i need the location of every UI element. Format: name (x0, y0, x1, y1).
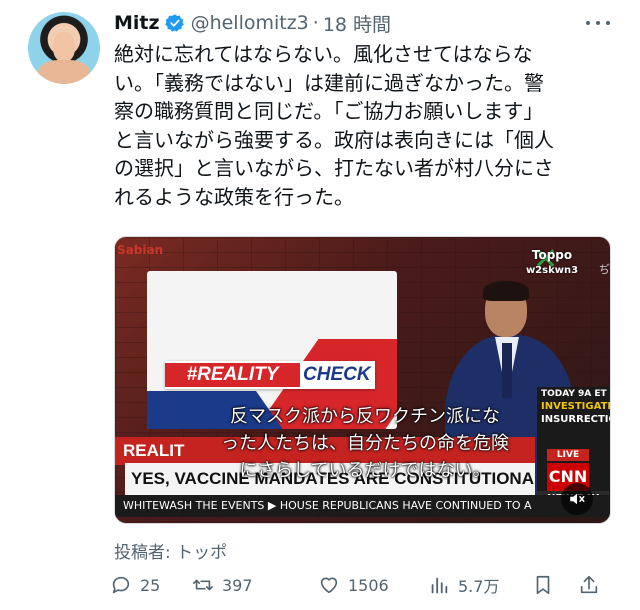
share-icon (580, 575, 598, 594)
like-icon (320, 577, 338, 594)
more-dot (606, 21, 610, 25)
subtitle-line: った人たちは、自分たちの命を危険 (221, 433, 509, 454)
avatar[interactable] (28, 12, 100, 84)
watermark-handle: w2skwn3 (525, 265, 579, 276)
tweet-text: 絶対に忘れてはならない。風化させてはならな い。「義務ではない」は建前に過ぎなか… (114, 40, 614, 211)
poster-credit: 投稿者: トッポ (114, 543, 228, 563)
board-tag: #REALITY (165, 363, 300, 387)
more-icon[interactable] (586, 13, 610, 33)
mute-icon (570, 493, 585, 505)
user-handle[interactable]: @hellomitz3 (191, 12, 309, 34)
tweet-line: と言いながら強要する。政府は表向きには「個人 (114, 127, 554, 152)
tweet-line: 察の職務質問と同じだ。「ご協力お願いします」 (114, 99, 544, 123)
tweet-line: い。「義務ではない」は建前に過ぎなかった。警 (114, 70, 544, 95)
tweet-line: 絶対に忘れてはならない。風化させてはならな (114, 42, 533, 66)
retweet-icon (193, 579, 213, 591)
timestamp[interactable]: 18 時間 (323, 10, 391, 37)
verified-badge-icon (164, 14, 184, 32)
tweet-line: れるような政策を行った。 (114, 184, 354, 209)
avatar-body (38, 60, 90, 84)
tweet-header: Mitz @hellomitz3 · 18 時間 (114, 8, 391, 38)
action-bar: 25 397 1506 5.7万 (110, 570, 610, 600)
separator-dot: · (312, 12, 319, 34)
bookmark-icon (536, 575, 550, 595)
anchor-tie (502, 343, 512, 398)
subtitle-line: 反マスク派から反ワクチン派にな (230, 406, 500, 427)
video-subtitle: 反マスク派から反ワクチン派にな った人たちは、自分たちの命を危険 にさらしている… (175, 403, 555, 484)
watermark-title: Toppo (531, 248, 573, 262)
news-ticker: WHITEWASH THE EVENTS ▶ HOUSE REPUBLICANS… (115, 495, 610, 517)
watermark: ✕ Toppo w2skwn3 (519, 239, 585, 283)
corner-mark: ぢ (599, 263, 610, 276)
bookmark-button[interactable] (532, 570, 562, 600)
mute-button[interactable] (561, 483, 593, 515)
board-tag-check: CHECK (303, 364, 371, 385)
reply-button[interactable]: 25 (110, 570, 160, 600)
avatar-face (53, 32, 75, 62)
reply-count: 25 (140, 575, 161, 595)
more-dot (596, 21, 600, 25)
views-button[interactable]: 5.7万 (428, 570, 499, 600)
display-name[interactable]: Mitz (114, 12, 160, 34)
views-icon (431, 577, 448, 594)
reply-icon (112, 576, 130, 594)
like-button[interactable]: 1506 (318, 570, 389, 600)
views-count: 5.7万 (458, 577, 500, 596)
retweet-count: 397 (222, 575, 253, 595)
share-button[interactable] (578, 570, 608, 600)
channel-logo: Sabian (117, 243, 164, 257)
retweet-button[interactable]: 397 (192, 570, 253, 600)
side-time: TODAY 9A ET (541, 389, 607, 399)
anchor-hair (483, 281, 529, 301)
more-dot (586, 21, 590, 25)
video-player[interactable]: Sabian #REALITY CHECK ✕ Toppo w2skwn3 ぢ … (114, 236, 611, 524)
subtitle-line: にさらしているだけではない。 (239, 460, 491, 481)
tweet-line: の選択」と言いながら、打たない者が村八分にさ (114, 156, 554, 180)
like-count: 1506 (348, 575, 389, 595)
